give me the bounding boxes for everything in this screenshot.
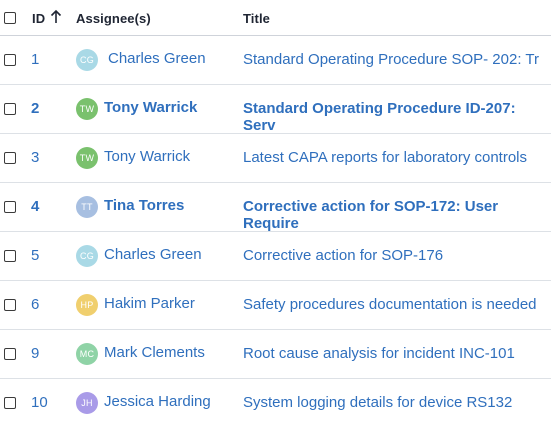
avatar: TW [76,98,98,120]
issue-title-link[interactable]: Safety procedures documentation is neede… [243,296,537,313]
table-row[interactable]: 4 TT Tina Torres Corrective action for S… [0,183,551,232]
assignee-link[interactable]: Tony Warrick [104,148,190,165]
avatar: TW [76,147,98,169]
row-checkbox[interactable] [4,103,16,115]
arrow-up-icon[interactable] [50,9,62,25]
avatar: HP [76,294,98,316]
issues-table: ID Assignee(s) Title 1 CG Charles Green … [0,0,551,424]
select-all-checkbox[interactable] [4,12,16,24]
issue-id-link[interactable]: 2 [31,100,39,117]
avatar: CG [76,245,98,267]
row-checkbox[interactable] [4,250,16,262]
table-row[interactable]: 3 TW Tony Warrick Latest CAPA reports fo… [0,134,551,183]
table-row[interactable]: 1 CG Charles Green Standard Operating Pr… [0,36,551,85]
table-row[interactable]: 9 MC Mark Clements Root cause analysis f… [0,330,551,379]
issue-title-link[interactable]: Latest CAPA reports for laboratory contr… [243,149,527,166]
column-header-id[interactable]: ID [32,11,45,26]
assignee-link[interactable]: Tony Warrick [104,99,197,116]
row-checkbox[interactable] [4,348,16,360]
avatar: MC [76,343,98,365]
avatar: TT [76,196,98,218]
row-checkbox[interactable] [4,299,16,311]
issue-title-link[interactable]: Standard Operating Procedure ID-207: Ser… [243,100,551,134]
row-checkbox[interactable] [4,397,16,409]
issue-title-link[interactable]: Standard Operating Procedure SOP- 202: T… [243,51,539,68]
issue-id-link[interactable]: 10 [31,394,48,411]
issue-id-link[interactable]: 9 [31,345,39,362]
table-row[interactable]: 6 HP Hakim Parker Safety procedures docu… [0,281,551,330]
assignee-link[interactable]: Mark Clements [104,344,205,361]
issue-id-link[interactable]: 1 [31,51,39,68]
assignee-link[interactable]: Jessica Harding [104,393,211,410]
assignee-link[interactable]: Tina Torres [104,197,184,214]
avatar: CG [76,49,98,71]
assignee-link[interactable]: Hakim Parker [104,295,195,312]
issue-id-link[interactable]: 3 [31,149,39,166]
issue-title-link[interactable]: Corrective action for SOP-172: User Requ… [243,198,551,232]
issue-title-link[interactable]: Corrective action for SOP-176 [243,247,443,264]
row-checkbox[interactable] [4,54,16,66]
table-header: ID Assignee(s) Title [0,0,551,36]
issue-id-link[interactable]: 5 [31,247,39,264]
table-row[interactable]: 2 TW Tony Warrick Standard Operating Pro… [0,85,551,134]
column-header-title[interactable]: Title [243,11,270,26]
issue-id-link[interactable]: 4 [31,198,39,215]
issue-title-link[interactable]: Root cause analysis for incident INC-101 [243,345,515,362]
assignee-link[interactable]: Charles Green [108,50,206,67]
row-checkbox[interactable] [4,152,16,164]
assignee-link[interactable]: Charles Green [104,246,202,263]
avatar: JH [76,392,98,414]
issue-title-link[interactable]: System logging details for device RS132 [243,394,512,411]
table-row[interactable]: 10 JH Jessica Harding System logging det… [0,379,551,424]
table-row[interactable]: 5 CG Charles Green Corrective action for… [0,232,551,281]
column-header-assignee[interactable]: Assignee(s) [76,11,151,26]
row-checkbox[interactable] [4,201,16,213]
issue-id-link[interactable]: 6 [31,296,39,313]
